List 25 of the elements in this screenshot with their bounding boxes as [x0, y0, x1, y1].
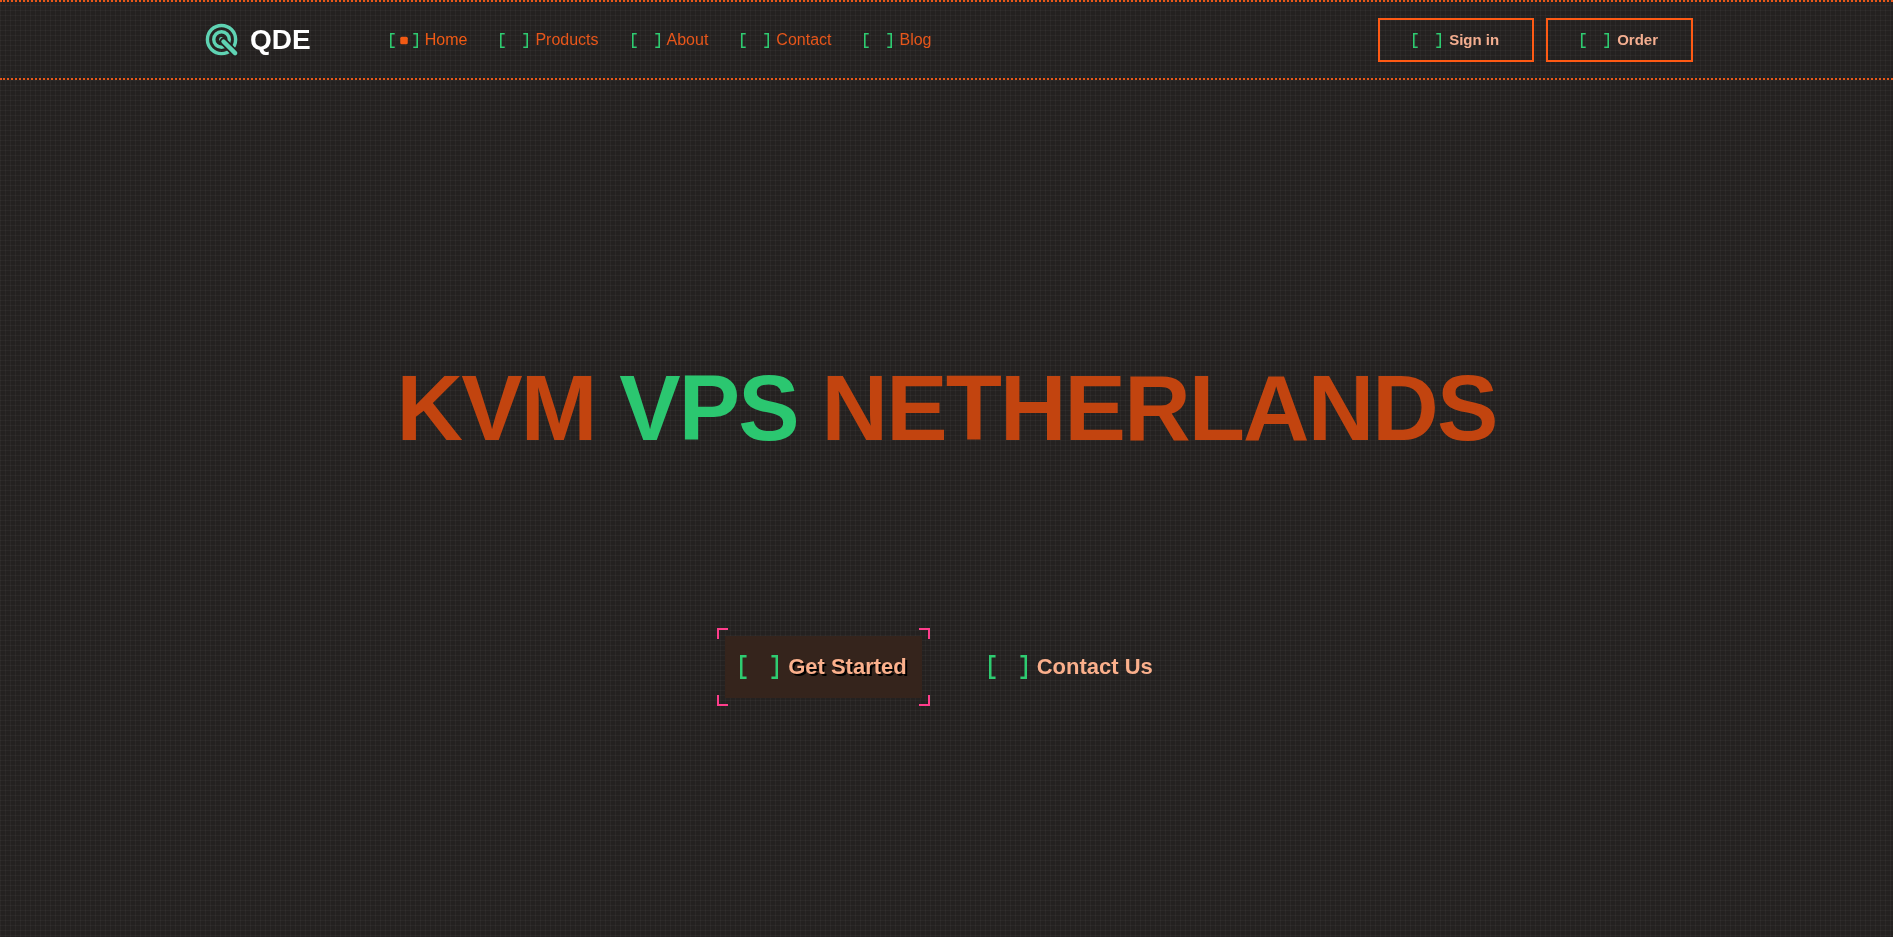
nav-link[interactable]: Contact — [741, 30, 832, 50]
bracket-icon — [988, 655, 1027, 679]
order-button[interactable]: Order — [1546, 18, 1693, 62]
bracket-icon — [740, 655, 779, 679]
nav-link[interactable]: Blog — [864, 30, 932, 50]
bracket-marker-icon — [631, 32, 660, 48]
nav-link[interactable]: About — [631, 30, 709, 50]
logo-icon — [205, 22, 240, 58]
get-started-button[interactable]: Get Started — [717, 628, 930, 706]
bracket-marker-icon — [500, 32, 529, 48]
corner-mark-icon — [918, 628, 930, 639]
sign-in-button[interactable]: Sign in — [1378, 18, 1535, 62]
contact-us-button[interactable]: Contact Us — [965, 628, 1176, 706]
corner-mark-icon — [717, 695, 729, 706]
bracket-marker-icon — [864, 32, 893, 48]
corner-mark-icon — [717, 628, 729, 639]
nav-link[interactable]: Products — [500, 30, 599, 50]
bracket-icon — [1581, 32, 1610, 48]
hero-title: KVM VPS NETHERLANDS — [396, 362, 1497, 454]
logo-link[interactable]: QDE — [205, 22, 311, 58]
bracket-marker-icon — [741, 32, 770, 48]
corner-mark-icon — [918, 695, 930, 706]
nav-link[interactable]: Home — [389, 30, 468, 50]
bracket-icon — [1413, 32, 1442, 48]
bracket-marker-icon — [389, 32, 418, 48]
